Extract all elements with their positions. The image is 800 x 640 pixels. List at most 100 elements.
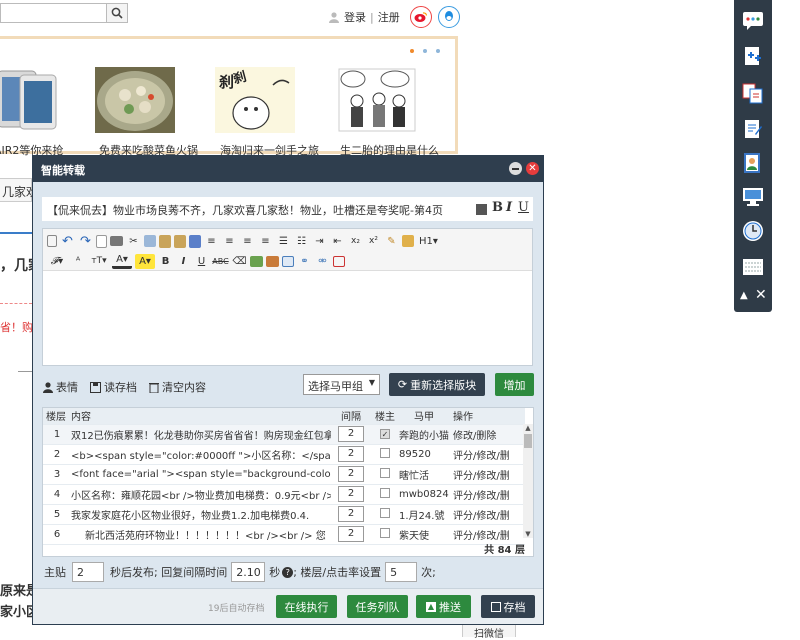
minimize-icon[interactable] (509, 162, 522, 175)
close-sidebar-icon[interactable]: ✕ (755, 287, 767, 303)
table-row[interactable]: 5 我家发家庭花小区物业很好，物业费1.2.加电梯费0.4. 2 1.月24.號… (43, 504, 525, 525)
lead-delay-input[interactable]: 2 (72, 562, 104, 582)
vest-group-select[interactable]: 选择马甲组 ▼ (303, 374, 380, 395)
reselect-board-button[interactable]: ⟳ 重新选择版块 (389, 373, 485, 396)
edit-doc-icon[interactable] (740, 116, 766, 142)
read-draft-button[interactable]: 读存档 (90, 379, 137, 395)
task-queue-button[interactable]: 任务列队 (347, 595, 408, 618)
chat-icon[interactable] (740, 8, 766, 34)
table-row[interactable]: 3 <font face="arial "><span style="backg… (43, 464, 525, 485)
carousel-image-ipad[interactable] (0, 67, 60, 133)
paste-icon[interactable] (159, 234, 171, 248)
search-input[interactable] (0, 3, 106, 23)
text-transform-icon[interactable]: тT▾ (89, 254, 109, 269)
contacts-icon[interactable] (740, 150, 766, 176)
underline-toggle[interactable]: U (518, 200, 529, 215)
scroll-down-icon[interactable]: ▼ (523, 530, 533, 538)
clock-icon[interactable] (740, 218, 766, 244)
interval-input[interactable]: 2 (338, 506, 364, 522)
carousel-dot[interactable] (436, 49, 440, 53)
subject-input[interactable]: 【侃来侃去】物业市场良莠不齐，几家欢喜几家愁！物业，吐槽还是夸奖呢-第4页 B … (42, 197, 533, 221)
operation-links[interactable]: 修改/删除 (449, 424, 525, 445)
emoji-button[interactable]: 表情 (43, 379, 78, 395)
paste-word-icon[interactable] (189, 234, 201, 248)
ordered-list-icon[interactable]: ☰ (276, 234, 291, 249)
unlink-icon[interactable]: ⚮ (315, 254, 330, 269)
carousel-image-comic[interactable]: 刹 刹 (215, 67, 295, 133)
cut-icon[interactable]: ✂ (126, 234, 141, 249)
table-row[interactable]: 4 小区名称：雍顺花园<br />物业费加电梯费：0.9元<br />物业 2 … (43, 484, 525, 505)
heading-select[interactable]: H1▾ (419, 236, 438, 247)
scan-wechat-label[interactable]: 扫微信 (462, 624, 516, 640)
superscript-icon[interactable]: x² (366, 234, 381, 249)
help-icon[interactable]: ? (282, 566, 294, 578)
align-justify-icon[interactable]: ≡ (258, 234, 273, 249)
register-link[interactable]: 注册 (378, 9, 400, 25)
align-right-icon[interactable]: ≡ (240, 234, 255, 249)
repost-icon[interactable] (740, 80, 766, 106)
weibo-icon[interactable] (409, 6, 432, 28)
copy-icon[interactable] (144, 235, 156, 247)
clear-content-button[interactable]: 清空内容 (149, 379, 206, 395)
scrollbar[interactable]: ▲ ▼ (523, 424, 533, 538)
reply-interval-input[interactable]: 2.10 (231, 562, 266, 582)
owner-checkbox[interactable] (380, 507, 390, 518)
search-button[interactable] (106, 3, 128, 23)
new-post-icon[interactable] (740, 44, 766, 70)
indent-icon[interactable]: ⇥ (312, 234, 327, 249)
font-size-icon[interactable]: ᴬ (70, 254, 86, 269)
clear-format-icon[interactable]: ✎ (384, 234, 399, 249)
qq-icon[interactable] (437, 6, 460, 28)
table-icon[interactable] (282, 255, 294, 267)
carousel-image-hotpot[interactable] (95, 67, 175, 133)
bold-toggle[interactable]: B (492, 200, 503, 215)
push-button[interactable]: ▲ 推送 (416, 595, 471, 618)
table-row[interactable]: 6 新北西活苑府环物业！！！！！！！<br /><br /> 您 2 紫天使 评… (43, 524, 525, 545)
close-icon[interactable]: ✕ (526, 162, 539, 175)
collapse-up-icon[interactable]: ▲ (740, 290, 748, 301)
source-icon[interactable] (47, 235, 57, 247)
keyboard-icon[interactable] (740, 254, 766, 280)
outdent-icon[interactable]: ⇤ (330, 234, 345, 249)
image-icon[interactable] (250, 255, 263, 267)
floor-count-input[interactable]: 5 (385, 562, 418, 582)
align-left-icon[interactable]: ≡ (204, 234, 219, 249)
table-row[interactable]: 1 双12已伤痕累累！化龙巷助你买房省省省！购房现金红包拿拿拿 2 ✓ 奔跑的小… (43, 424, 525, 445)
align-center-icon[interactable]: ≡ (222, 234, 237, 249)
add-button[interactable]: 增加 (495, 373, 534, 396)
interval-input[interactable]: 2 (338, 486, 364, 502)
font-family-icon[interactable]: 𝓕▾ (47, 254, 67, 269)
run-online-button[interactable]: 在线执行 (276, 595, 337, 618)
preview-icon[interactable] (96, 234, 107, 248)
table-row[interactable]: 2 <b><span style="color:#0000ff ">小区名称：<… (43, 444, 525, 465)
fullscreen-icon[interactable] (333, 255, 345, 267)
italic-toggle[interactable]: I (506, 200, 512, 215)
eraser-icon[interactable]: ⌫ (232, 254, 247, 269)
undo-icon[interactable]: ↶ (60, 234, 75, 249)
strikethrough-icon[interactable]: ABC (212, 254, 229, 269)
highlight-icon[interactable]: A▾ (135, 253, 155, 269)
font-color-icon[interactable]: A▾ (112, 254, 132, 269)
italic-icon[interactable]: I (176, 254, 191, 269)
carousel-dot[interactable] (410, 49, 414, 53)
format-painter-icon[interactable] (402, 235, 414, 247)
color-swatch[interactable] (476, 204, 487, 215)
editor-content-area[interactable] (43, 271, 532, 365)
scroll-thumb[interactable] (524, 434, 532, 448)
owner-checkbox[interactable] (380, 487, 390, 498)
interval-input[interactable]: 2 (338, 466, 364, 482)
interval-input[interactable]: 2 (338, 426, 364, 442)
print-icon[interactable] (110, 236, 123, 246)
login-link[interactable]: 登录 (344, 9, 366, 25)
underline-icon[interactable]: U (194, 254, 209, 269)
scroll-up-icon[interactable]: ▲ (523, 424, 533, 432)
owner-checkbox[interactable] (380, 467, 390, 478)
interval-input[interactable]: 2 (338, 446, 364, 462)
operation-links[interactable]: 评分/修改/删 (449, 484, 525, 505)
subscript-icon[interactable]: x₂ (348, 234, 363, 249)
carousel-dot[interactable] (423, 49, 427, 53)
monitor-icon[interactable] (740, 184, 766, 210)
owner-checkbox[interactable]: ✓ (380, 428, 390, 439)
operation-links[interactable]: 评分/修改/删 (449, 464, 525, 485)
link-icon[interactable]: ⚭ (297, 254, 312, 269)
